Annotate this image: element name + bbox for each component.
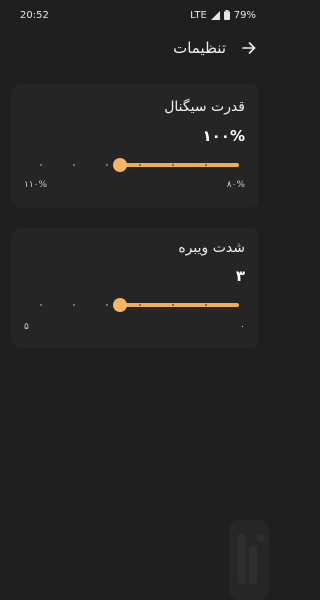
slider-tick: [106, 304, 108, 306]
slider-tick: [139, 164, 141, 166]
status-bar: 20:52 LTE 79%: [0, 0, 270, 30]
slider-tick: [205, 304, 207, 306]
back-button[interactable]: [240, 39, 258, 57]
battery-icon: [223, 10, 230, 20]
slider-tick: [106, 164, 108, 166]
signal-icon: [210, 10, 220, 20]
slider-tick: [73, 164, 75, 166]
status-icons: LTE 79%: [190, 10, 256, 21]
app-logo-watermark: [229, 520, 269, 600]
status-time: 20:52: [20, 9, 49, 21]
vibration-intensity-min-label: ۵: [24, 322, 29, 332]
signal-strength-max-label: ۸۰%: [226, 180, 245, 190]
slider-thumb[interactable]: [113, 158, 128, 172]
signal-strength-card: قدرت سیگنال ۱۰۰% ۱۱۰% ۸۰%: [11, 84, 259, 208]
slider-tick: [172, 164, 174, 166]
slider-tick: [172, 304, 174, 306]
slider-tick: [139, 304, 141, 306]
battery-level: 79%: [233, 9, 256, 21]
signal-strength-value: ۱۰۰%: [202, 127, 246, 145]
app-bar: تنظیمات: [0, 30, 270, 66]
vibration-intensity-slider[interactable]: [33, 295, 247, 315]
signal-strength-min-label: ۱۱۰%: [24, 180, 48, 190]
arrow-right-icon: [242, 42, 256, 54]
signal-strength-slider[interactable]: [33, 155, 247, 175]
network-type: LTE: [190, 9, 207, 21]
slider-track: [120, 303, 239, 307]
slider-tick: [40, 304, 42, 306]
vibration-intensity-max-label: ۰: [240, 322, 245, 332]
signal-strength-title: قدرت سیگنال: [164, 99, 245, 115]
slider-track: [120, 163, 239, 167]
vibration-intensity-value: ۳: [235, 267, 245, 285]
slider-thumb[interactable]: [113, 298, 128, 312]
page-title: تنظیمات: [173, 39, 226, 57]
slider-tick: [73, 304, 75, 306]
slider-tick: [205, 164, 207, 166]
vibration-intensity-title: شدت ویبره: [178, 240, 245, 256]
slider-tick: [40, 164, 42, 166]
vibration-intensity-card: شدت ویبره ۳ ۵ ۰: [11, 228, 259, 348]
